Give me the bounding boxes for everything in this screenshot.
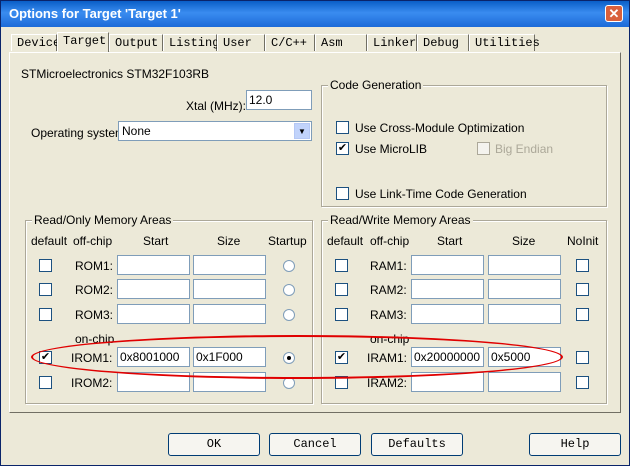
ram2-noinit-checkbox[interactable]: [576, 283, 589, 296]
big-endian-label: Big Endian: [495, 142, 554, 156]
ltcg-label: Use Link-Time Code Generation: [355, 187, 527, 201]
big-endian-checkbox[interactable]: [477, 142, 490, 155]
ram1-noinit-checkbox[interactable]: [576, 259, 589, 272]
iram1-noinit-checkbox[interactable]: [576, 351, 589, 364]
rom2-label: ROM2:: [75, 283, 114, 297]
code-generation-title: Code Generation: [328, 78, 424, 92]
window-title: Options for Target 'Target 1': [9, 6, 181, 21]
ram2-default-checkbox[interactable]: [335, 283, 348, 296]
ram2-start-input[interactable]: [411, 279, 484, 299]
rom3-startup-radio[interactable]: [283, 309, 295, 321]
options-dialog: Options for Target 'Target 1' ✕ Device T…: [0, 0, 630, 466]
cross-module-label: Use Cross-Module Optimization: [355, 121, 525, 135]
os-selected-value: None: [122, 124, 151, 138]
os-label: Operating system:: [31, 126, 129, 140]
rom1-startup-radio[interactable]: [283, 260, 295, 272]
rom3-label: ROM3:: [75, 308, 114, 322]
rom-header-size: Size: [217, 234, 241, 248]
chevron-down-icon[interactable]: ▼: [294, 123, 310, 139]
xtal-label: Xtal (MHz):: [186, 99, 246, 113]
tab-linker[interactable]: Linker: [367, 34, 417, 51]
highlight-ellipse: [31, 335, 563, 379]
tab-utilities[interactable]: Utilities: [469, 34, 540, 51]
ram-header-start: Start: [437, 234, 463, 248]
tab-debug[interactable]: Debug: [417, 34, 469, 51]
tab-target[interactable]: Target: [57, 32, 109, 52]
tab-output[interactable]: Output: [109, 34, 163, 51]
ram1-size-input[interactable]: [488, 255, 561, 275]
rom3-size-input[interactable]: [193, 304, 266, 324]
rom3-default-checkbox[interactable]: [39, 308, 52, 321]
rom-areas-title: Read/Only Memory Areas: [32, 213, 174, 227]
title-bar[interactable]: Options for Target 'Target 1' ✕: [1, 1, 629, 27]
rom-header-start: Start: [143, 234, 169, 248]
ram-header-default: default: [327, 234, 364, 248]
ram-areas-title: Read/Write Memory Areas: [328, 213, 473, 227]
ram3-start-input[interactable]: [411, 304, 484, 324]
rom1-default-checkbox[interactable]: [39, 259, 52, 272]
xtal-input[interactable]: 12.0: [246, 90, 312, 110]
defaults-button[interactable]: Defaults: [371, 433, 463, 456]
rom-header-startup: Startup: [268, 234, 307, 248]
help-button[interactable]: Help: [529, 433, 621, 456]
device-name: STMicroelectronics STM32F103RB: [21, 67, 210, 81]
rom2-start-input[interactable]: [117, 279, 190, 299]
microlib-checkbox[interactable]: ✔: [336, 142, 349, 155]
os-select[interactable]: None ▼: [118, 121, 312, 141]
ram3-default-checkbox[interactable]: [335, 308, 348, 321]
ram-header-offchip: off-chip: [370, 234, 410, 248]
microlib-label: Use MicroLIB: [355, 142, 428, 156]
ram3-size-input[interactable]: [488, 304, 561, 324]
rom-header-default: default: [31, 234, 68, 248]
irom2-default-checkbox[interactable]: [39, 376, 52, 389]
rom-header-offchip: off-chip: [73, 234, 113, 248]
rom3-start-input[interactable]: [117, 304, 190, 324]
ram-header-size: Size: [512, 234, 536, 248]
cross-module-checkbox[interactable]: [336, 121, 349, 134]
tab-listing[interactable]: Listing: [163, 34, 219, 51]
ram1-start-input[interactable]: [411, 255, 484, 275]
rom1-start-input[interactable]: [117, 255, 190, 275]
iram2-noinit-checkbox[interactable]: [576, 376, 589, 389]
ram1-label: RAM1:: [370, 259, 407, 273]
rom2-size-input[interactable]: [193, 279, 266, 299]
ok-button[interactable]: OK: [168, 433, 260, 456]
ram3-noinit-checkbox[interactable]: [576, 308, 589, 321]
ram3-label: RAM3:: [370, 308, 407, 322]
tab-c-cpp[interactable]: C/C++: [265, 34, 315, 51]
cancel-button[interactable]: Cancel: [269, 433, 361, 456]
rom2-startup-radio[interactable]: [283, 284, 295, 296]
ltcg-checkbox[interactable]: [336, 187, 349, 200]
ram2-label: RAM2:: [370, 283, 407, 297]
ram2-size-input[interactable]: [488, 279, 561, 299]
close-button[interactable]: ✕: [605, 5, 623, 22]
ram1-default-checkbox[interactable]: [335, 259, 348, 272]
tab-device[interactable]: Device: [11, 34, 60, 51]
rom2-default-checkbox[interactable]: [39, 283, 52, 296]
ram-header-noinit: NoInit: [567, 234, 599, 248]
tab-asm[interactable]: Asm: [315, 34, 367, 51]
irom2-label: IROM2:: [71, 376, 113, 390]
tab-user[interactable]: User: [217, 34, 265, 51]
iram2-label: IRAM2:: [367, 376, 408, 390]
rom1-size-input[interactable]: [193, 255, 266, 275]
iram2-size-input[interactable]: [488, 372, 561, 392]
rom1-label: ROM1:: [75, 259, 114, 273]
